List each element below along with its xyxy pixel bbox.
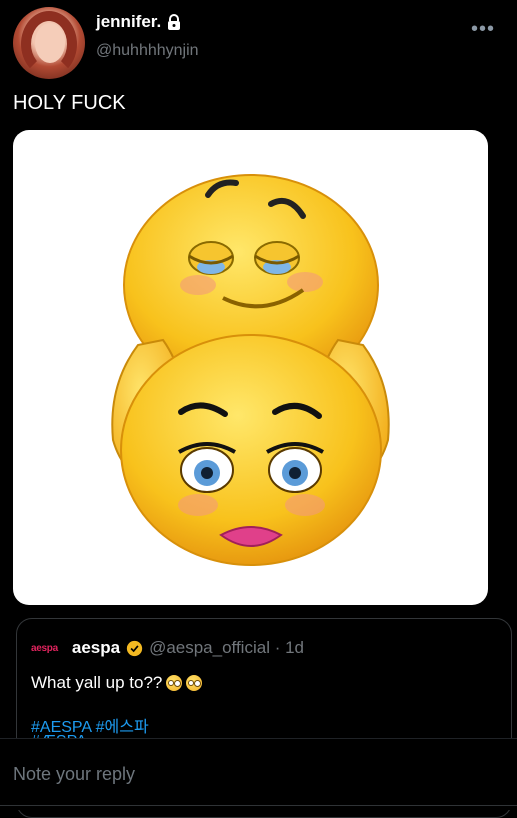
handle[interactable]: @huhhhhynjin [96,42,199,60]
display-name[interactable]: jennifer. [96,12,182,32]
quote-handle-time[interactable]: @aespa_official · 1d [149,638,304,658]
reply-divider [0,805,517,806]
avatar[interactable] [13,7,85,79]
reply-input[interactable] [11,763,495,786]
reply-bar [0,738,517,810]
post-image[interactable] [13,130,488,605]
quote-display-name[interactable]: aespa [72,638,120,658]
more-horizontal-icon[interactable]: ••• [471,19,495,39]
emoji-illustration [111,174,390,566]
verified-badge-icon [126,640,143,656]
face-with-raised-eyebrow-icon [186,675,203,691]
avatar-face [35,23,65,63]
quote-text-row: What yall up to?? [31,673,203,693]
aespa-logo: aespa [31,642,58,654]
tweet-text: HOLY FUCK [13,92,126,114]
face-with-raised-eyebrow-icon [166,675,183,691]
display-name-text: jennifer. [96,12,162,31]
quote-header: aespa aespa @aespa_official · 1d [31,638,304,658]
lock-icon [168,14,181,30]
quote-text: What yall up to?? [31,673,163,692]
